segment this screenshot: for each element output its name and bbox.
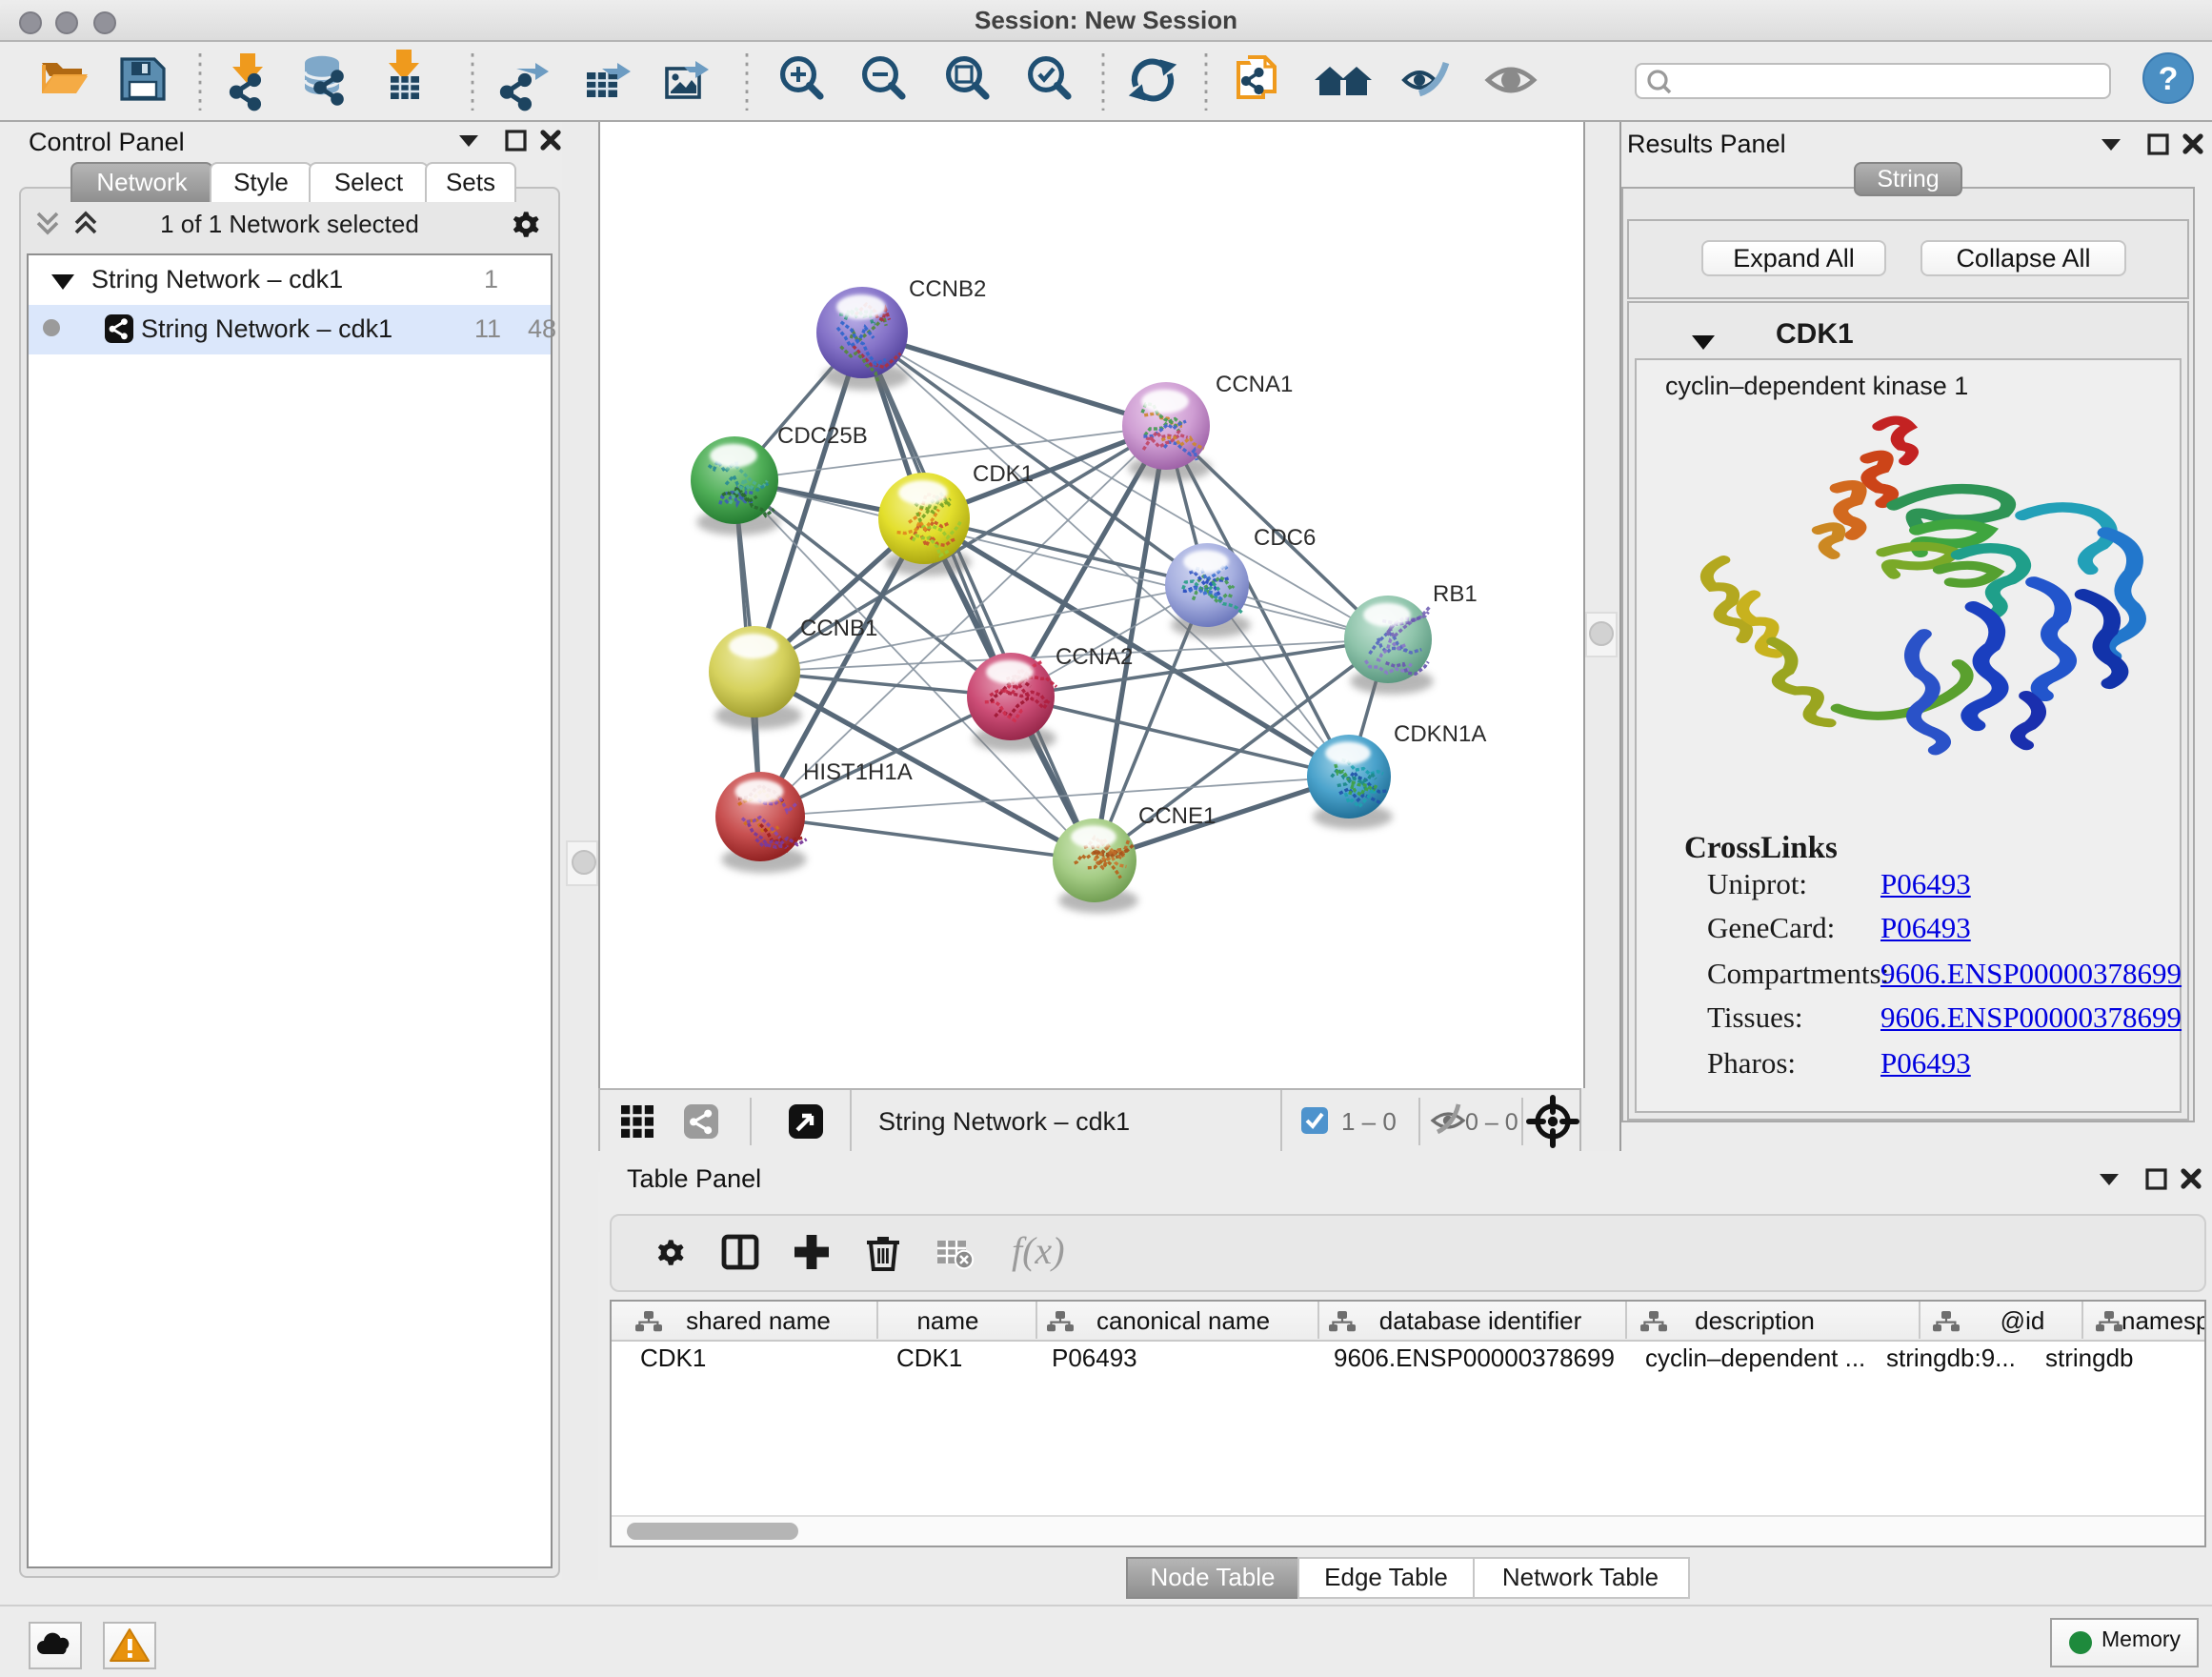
svg-text:?: ? xyxy=(2159,61,2179,97)
svg-text:RB1: RB1 xyxy=(1433,581,1478,607)
svg-text:stringdb: stringdb xyxy=(2045,1344,2134,1372)
svg-text:cyclin–dependent ...: cyclin–dependent ... xyxy=(1645,1344,1865,1372)
svg-text:CCNB2: CCNB2 xyxy=(909,276,986,302)
svg-text:CDC25B: CDC25B xyxy=(777,423,868,449)
svg-text:description: description xyxy=(1695,1306,1815,1335)
svg-text:1 – 0: 1 – 0 xyxy=(1341,1107,1397,1136)
svg-text:name: name xyxy=(916,1306,978,1335)
svg-text:canonical name: canonical name xyxy=(1096,1306,1270,1335)
svg-text:namespac: namespac xyxy=(2122,1306,2204,1335)
svg-text:@id: @id xyxy=(2001,1306,2045,1335)
svg-text:CDK1: CDK1 xyxy=(640,1344,706,1372)
svg-text:stringdb:9...: stringdb:9... xyxy=(1886,1344,2016,1372)
svg-text:f(x): f(x) xyxy=(1012,1229,1065,1272)
svg-text:database identifier: database identifier xyxy=(1379,1306,1582,1335)
svg-text:CCNE1: CCNE1 xyxy=(1138,803,1216,829)
svg-text:CDKN1A: CDKN1A xyxy=(1394,721,1486,747)
svg-text:HIST1H1A: HIST1H1A xyxy=(803,759,913,785)
svg-text:CDK1: CDK1 xyxy=(973,461,1034,487)
svg-text:0 – 0: 0 – 0 xyxy=(1465,1109,1518,1136)
svg-text:shared name: shared name xyxy=(686,1306,831,1335)
svg-text:CCNB1: CCNB1 xyxy=(800,616,877,641)
svg-text:9606.ENSP00000378699: 9606.ENSP00000378699 xyxy=(1334,1344,1615,1372)
svg-text:P06493: P06493 xyxy=(1052,1344,1137,1372)
svg-text:CCNA1: CCNA1 xyxy=(1216,372,1293,397)
svg-text:CCNA2: CCNA2 xyxy=(1056,644,1133,670)
svg-text:CDC6: CDC6 xyxy=(1254,525,1316,551)
svg-text:CDK1: CDK1 xyxy=(896,1344,962,1372)
